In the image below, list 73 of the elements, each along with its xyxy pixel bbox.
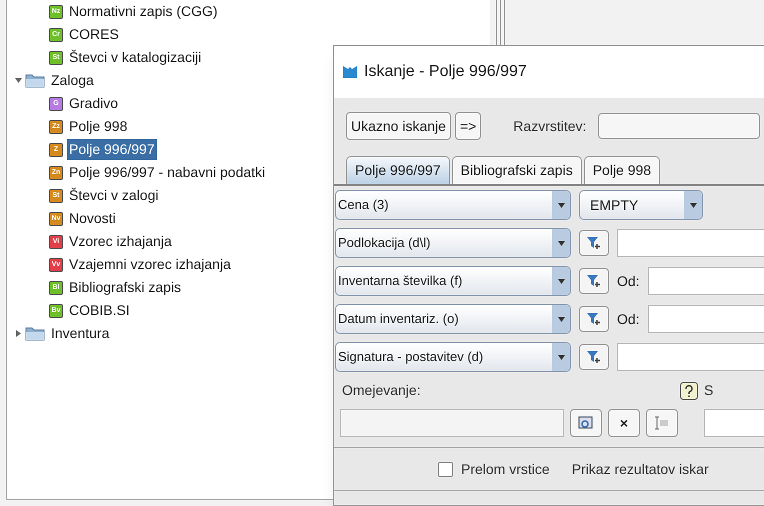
add-filter-button[interactable]: [579, 230, 609, 256]
tree-item[interactable]: Polje 998: [67, 116, 130, 137]
dropdown-arrow-button[interactable]: [552, 343, 570, 371]
from-label: Od:: [617, 272, 640, 290]
tree-item[interactable]: Zaloga: [49, 70, 96, 91]
results-label: Prikaz rezultatov iskar: [572, 460, 709, 478]
help-icon[interactable]: [680, 382, 698, 400]
tree-item[interactable]: Polje 996/997 - nabavni podatki: [67, 162, 268, 183]
value-field[interactable]: [617, 229, 764, 257]
tree-item[interactable]: CORES: [67, 24, 121, 45]
funnel-plus-icon: [586, 312, 602, 326]
field-dropdown[interactable]: Cena (3): [335, 190, 571, 220]
funnel-plus-icon: [586, 350, 602, 364]
value-field[interactable]: [648, 267, 764, 295]
clear-button[interactable]: ×: [608, 409, 640, 437]
caret-icon: [690, 202, 696, 208]
tab[interactable]: Polje 998: [584, 156, 660, 184]
dropdown-arrow-button[interactable]: [552, 305, 570, 333]
tab[interactable]: Bibliografski zapis: [452, 156, 582, 184]
from-label: Od:: [617, 310, 640, 328]
field-dropdown[interactable]: Datum inventariz. (o): [335, 304, 571, 334]
folder-icon: [25, 73, 45, 88]
tree-item[interactable]: Inventura: [49, 323, 112, 344]
checkbox-label: Prelom vrstice: [461, 460, 550, 478]
caret-icon: [558, 316, 564, 322]
limit-field[interactable]: [340, 409, 564, 437]
tree-item[interactable]: Bibliografski zapis: [67, 277, 184, 298]
checkbox[interactable]: [438, 462, 453, 476]
add-filter-button[interactable]: [579, 268, 609, 294]
command-search-button[interactable]: Ukazno iskanje: [346, 112, 451, 140]
tree-item[interactable]: Števci v zalogi: [67, 185, 160, 206]
window-title: Iskanje - Polje 996/997: [364, 62, 527, 82]
value-dropdown[interactable]: EMPTY: [579, 190, 703, 220]
dropdown-arrow-button[interactable]: [552, 191, 570, 219]
folder-icon: [25, 326, 45, 341]
app-logo-icon: [342, 64, 358, 80]
dropdown-arrow-button[interactable]: [684, 191, 702, 219]
caret-icon: [558, 278, 564, 284]
tree-item[interactable]: Polje 996/997: [67, 139, 157, 160]
funnel-plus-icon: [586, 236, 602, 250]
tree-item[interactable]: Števci v katalogizaciji: [67, 47, 204, 68]
search-field[interactable]: [704, 409, 764, 437]
options-label: S: [704, 381, 714, 400]
tree-item[interactable]: Gradivo: [67, 93, 120, 114]
apply-button[interactable]: =>: [454, 112, 482, 140]
caret-icon: [558, 354, 564, 360]
caret-icon: [558, 202, 564, 208]
tree-item[interactable]: Vzajemni vzorec izhajanja: [67, 254, 233, 275]
caret-icon: [558, 240, 564, 246]
tree-item[interactable]: Normativni zapis (CGG): [67, 1, 220, 22]
tree-item[interactable]: COBIB.SI: [67, 300, 132, 321]
collapsed-arrow-icon[interactable]: [15, 330, 22, 337]
text-cursor-icon: [654, 416, 670, 430]
browse-button[interactable]: [570, 409, 602, 437]
tree-item[interactable]: Vzorec izhajanja: [67, 231, 174, 252]
value-field[interactable]: [648, 305, 764, 333]
window-search-icon: [578, 416, 594, 430]
dropdown-arrow-button[interactable]: [552, 229, 570, 257]
funnel-plus-icon: [586, 274, 602, 288]
field-dropdown[interactable]: Signatura - postavitev (d): [335, 342, 571, 372]
field-dropdown[interactable]: Podlokacija (d\l): [335, 228, 571, 258]
expanded-arrow-icon[interactable]: [15, 77, 22, 84]
sort-label: Razvrstitev:: [513, 116, 586, 136]
limit-label: Omejevanje:: [342, 381, 422, 400]
field-dropdown[interactable]: Inventarna številka (f): [335, 266, 571, 296]
tab[interactable]: Polje 996/997: [346, 156, 450, 184]
dropdown-arrow-button[interactable]: [552, 267, 570, 295]
value-field[interactable]: [617, 343, 764, 371]
tree-item[interactable]: Novosti: [67, 208, 118, 229]
add-filter-button[interactable]: [579, 306, 609, 332]
sort-dropdown[interactable]: [598, 113, 760, 139]
add-filter-button[interactable]: [579, 344, 609, 370]
text-tool-button[interactable]: [646, 409, 678, 437]
